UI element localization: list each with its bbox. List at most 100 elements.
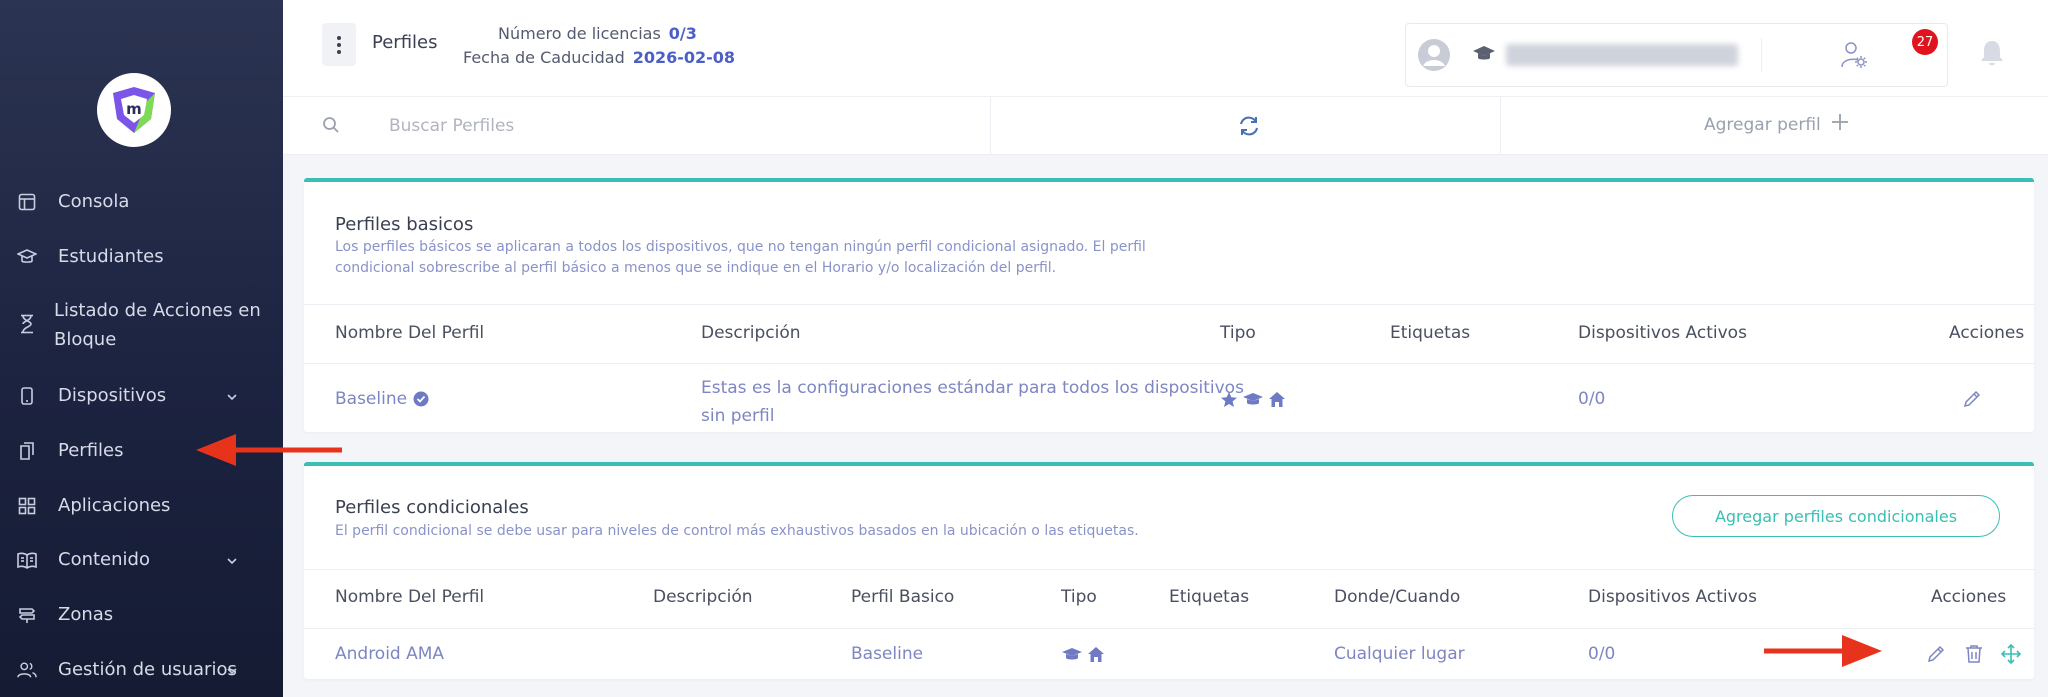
description-line: Estas es la configuraciones estándar par… — [701, 378, 1244, 398]
sidebar-item-acciones-bloque[interactable]: Listado de Acciones en Bloque — [0, 296, 283, 354]
home-icon — [1087, 646, 1105, 668]
active-devices: 0/0 — [1578, 389, 1606, 409]
column-header: Tipo — [1061, 587, 1097, 607]
sidebar-item-label: Aplicaciones — [58, 495, 171, 516]
plus-icon — [1831, 113, 1849, 136]
dot-icon — [337, 49, 341, 54]
edit-pencil-icon[interactable] — [1962, 389, 1982, 413]
column-header: Etiquetas — [1169, 587, 1250, 607]
edit-pencil-icon[interactable] — [1926, 644, 1946, 668]
column-header: Acciones — [1931, 587, 2007, 607]
profile-name-link[interactable]: Android AMA — [335, 644, 444, 664]
active-devices: 0/0 — [1588, 644, 1616, 664]
notification-badge: 27 — [1912, 29, 1938, 55]
app-logo[interactable]: m — [97, 73, 171, 147]
description-line: sin perfil — [701, 406, 775, 426]
column-header: Descripción — [701, 323, 801, 343]
graduation-cap-icon — [1061, 646, 1083, 668]
sidebar-item-label: Consola — [58, 191, 130, 212]
column-header: Acciones — [1949, 323, 2025, 343]
where-when: Cualquier lugar — [1334, 644, 1465, 664]
search-input[interactable] — [389, 111, 949, 141]
sidebar-item-zonas[interactable]: Zonas — [0, 600, 283, 629]
refresh-icon[interactable] — [1237, 114, 1261, 142]
column-header: Tipo — [1220, 323, 1256, 343]
move-icon[interactable] — [2000, 643, 2022, 669]
sidebar-item-label: Estudiantes — [58, 246, 164, 267]
layout-icon — [17, 192, 37, 212]
sidebar-item-label: Contenido — [58, 549, 150, 570]
license-count-value: 0/3 — [668, 24, 697, 43]
sidebar-item-label: Perfiles — [58, 440, 124, 461]
description-line: Los perfiles básicos se aplicaran a todo… — [335, 239, 1146, 255]
user-settings-icon[interactable] — [1840, 40, 1868, 74]
star-icon — [1220, 391, 1238, 413]
graduation-cap-icon — [1242, 391, 1264, 413]
sidebar-item-aplicaciones[interactable]: Aplicaciones — [0, 491, 283, 520]
column-header: Nombre Del Perfil — [335, 587, 485, 607]
column-header: Donde/Cuando — [1334, 587, 1461, 607]
menu-kebab-button[interactable] — [322, 23, 356, 66]
basic-profiles-title: Perfiles basicos — [335, 214, 474, 235]
user-name-redacted — [1506, 44, 1738, 66]
divider — [304, 628, 2034, 629]
sidebar-item-label: Dispositivos — [58, 385, 167, 406]
home-icon — [1268, 391, 1286, 413]
profile-type — [1061, 646, 1105, 668]
chevron-down-icon — [225, 553, 239, 567]
search-icon — [322, 116, 340, 138]
dot-icon — [337, 35, 341, 40]
conditional-profiles-title: Perfiles condicionales — [335, 497, 529, 518]
expiry-date-value: 2026-02-08 — [632, 48, 736, 67]
trash-icon[interactable] — [1965, 644, 1983, 668]
basic-profiles-description: Los perfiles básicos se aplicaran a todo… — [335, 237, 1146, 279]
annotation-arrow-right-icon — [1764, 635, 1882, 667]
sidebar-item-dispositivos[interactable]: Dispositivos — [0, 381, 283, 410]
basic-profile-link[interactable]: Baseline — [851, 644, 923, 664]
files-icon — [17, 441, 37, 461]
signpost-icon — [17, 605, 37, 625]
divider — [1761, 38, 1762, 72]
sidebar: m Consola Estudiantes Listado de Accione… — [0, 0, 283, 697]
logo-icon: m — [113, 87, 155, 133]
annotation-arrow-left-icon — [196, 434, 342, 466]
chevron-down-icon — [225, 389, 239, 403]
license-count: Número de licencias 0/3 — [498, 24, 697, 43]
sidebar-item-label: Listado de Acciones en — [54, 300, 261, 321]
action-bar: Agregar perfil — [283, 97, 2048, 155]
column-header: Dispositivos Activos — [1588, 587, 1757, 607]
column-header: Etiquetas — [1390, 323, 1471, 343]
sidebar-item-label: Zonas — [58, 604, 114, 625]
divider — [304, 363, 2034, 364]
expiry-date-label: Fecha de Caducidad — [463, 48, 625, 67]
divider — [304, 304, 2034, 305]
top-header: Perfiles Número de licencias 0/3 Fecha de… — [283, 0, 2048, 97]
profile-name-link[interactable]: Baseline — [335, 389, 429, 409]
apps-grid-icon — [17, 496, 37, 516]
license-count-label: Número de licencias — [498, 24, 661, 43]
add-profile-label: Agregar perfil — [1704, 114, 1821, 135]
expiry-date: Fecha de Caducidad 2026-02-08 — [463, 48, 735, 67]
profile-description: Estas es la configuraciones estándar par… — [701, 374, 1244, 430]
column-header: Perfil Basico — [851, 587, 955, 607]
divider — [304, 569, 2034, 570]
profile-type — [1220, 391, 1286, 413]
sidebar-item-contenido[interactable]: Contenido — [0, 545, 283, 574]
column-header: Nombre Del Perfil — [335, 323, 485, 343]
avatar[interactable] — [1417, 38, 1451, 76]
graduation-cap-icon — [1472, 44, 1496, 68]
column-header: Dispositivos Activos — [1578, 323, 1747, 343]
column-header: Descripción — [653, 587, 753, 607]
svg-text:m: m — [126, 100, 142, 118]
add-conditional-profiles-button[interactable]: Agregar perfiles condicionales — [1672, 495, 2000, 537]
profile-name: Baseline — [335, 389, 408, 409]
user-info-box — [1405, 23, 1948, 87]
sidebar-item-estudiantes[interactable]: Estudiantes — [0, 242, 283, 271]
sidebar-item-consola[interactable]: Consola — [0, 187, 283, 216]
sidebar-item-gestion-usuarios[interactable]: Gestión de usuarios — [0, 655, 283, 684]
hourglass-icon — [17, 314, 37, 334]
bell-icon[interactable] — [1978, 38, 2006, 72]
basic-profiles-card: Perfiles basicos Los perfiles básicos se… — [304, 178, 2034, 432]
add-profile-button[interactable]: Agregar perfil — [1704, 113, 1849, 136]
chevron-down-icon — [225, 663, 239, 677]
